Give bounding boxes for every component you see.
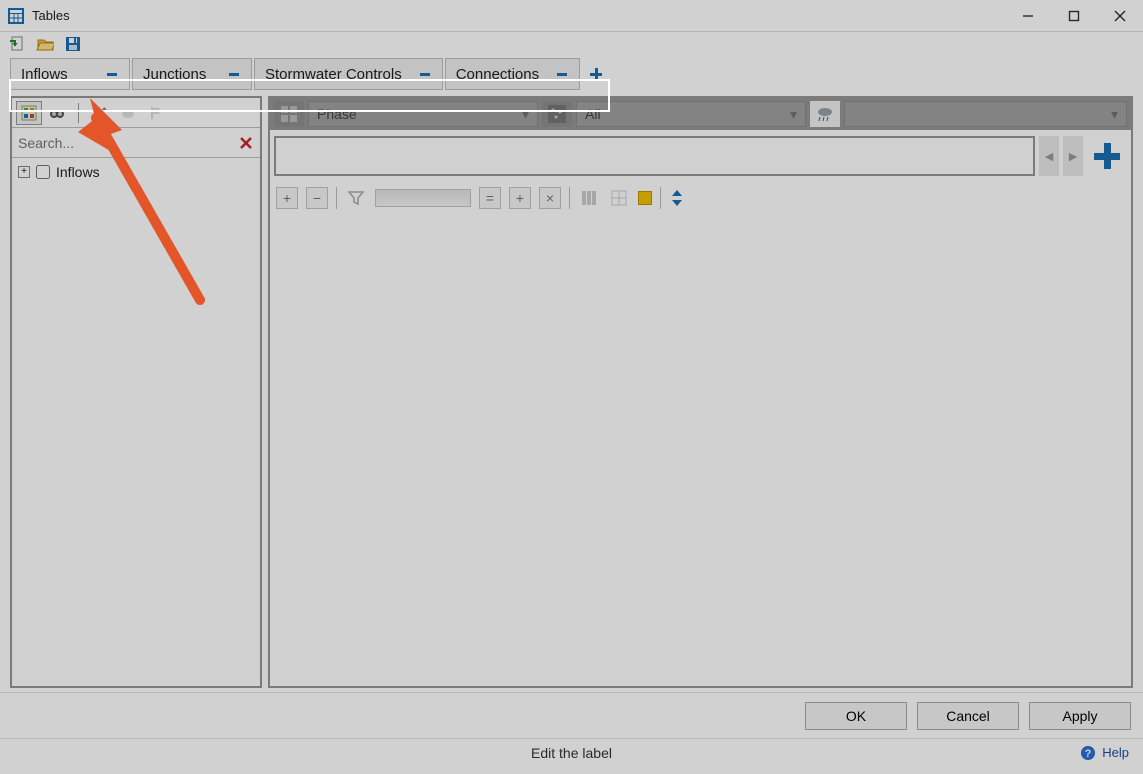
times-button[interactable]: × <box>539 187 561 209</box>
minus-icon[interactable] <box>555 67 569 81</box>
dialog-buttons: OK Cancel Apply <box>0 692 1143 738</box>
apply-button[interactable]: Apply <box>1029 702 1131 730</box>
tab-stormwater-controls[interactable]: Stormwater Controls <box>254 58 443 90</box>
matrix-icon[interactable] <box>542 101 572 127</box>
zoom-slider[interactable] <box>375 189 471 207</box>
help-link[interactable]: ? Help <box>1080 745 1129 761</box>
select-label: Phase <box>317 106 357 122</box>
next-button[interactable]: ► <box>1063 136 1083 176</box>
help-label: Help <box>1102 745 1129 760</box>
minimize-button[interactable] <box>1005 0 1051 31</box>
separator <box>660 187 661 209</box>
open-icon[interactable] <box>36 35 54 53</box>
filter-select[interactable]: All ▾ <box>576 101 806 127</box>
chevron-down-icon: ▾ <box>790 106 797 123</box>
app-icon <box>8 8 24 24</box>
svg-text:?: ? <box>1085 748 1092 760</box>
minus-icon[interactable] <box>418 67 432 81</box>
prev-button[interactable]: ◄ <box>1039 136 1059 176</box>
filter-icon[interactable] <box>345 187 367 209</box>
cancel-button[interactable]: Cancel <box>917 702 1019 730</box>
tab-label: Junctions <box>143 66 206 83</box>
grid-icon[interactable] <box>608 187 630 209</box>
grid-icon[interactable] <box>274 101 304 127</box>
status-hint: Edit the label <box>531 745 612 761</box>
minus-icon[interactable] <box>105 67 119 81</box>
save-icon[interactable] <box>64 35 82 53</box>
annotation-arrow-icon <box>50 90 270 330</box>
right-search-row: ◄ ► <box>270 130 1131 182</box>
tree-checkbox[interactable] <box>36 165 50 179</box>
tab-inflows[interactable]: Inflows <box>10 58 130 90</box>
table-body <box>270 214 1131 686</box>
select-label: All <box>585 106 601 122</box>
title-bar: Tables <box>0 0 1143 32</box>
rain-select[interactable]: ▾ <box>844 101 1127 127</box>
window-title: Tables <box>32 8 70 23</box>
file-toolbar <box>0 32 1143 56</box>
maximize-button[interactable] <box>1051 0 1097 31</box>
table-toolbar: + − = + × <box>270 182 1131 214</box>
tab-connections[interactable]: Connections <box>445 58 580 90</box>
add-button[interactable] <box>1087 136 1127 176</box>
filter-input[interactable] <box>274 136 1035 176</box>
chevron-down-icon: ▾ <box>1111 106 1118 123</box>
separator <box>569 187 570 209</box>
expand-all-button[interactable]: + <box>276 187 298 209</box>
new-icon[interactable] <box>8 35 26 53</box>
right-panel: Phase ▾ All ▾ ▾ ◄ ► <box>268 96 1133 688</box>
tabs-row: Inflows Junctions Stormwater Controls Co… <box>0 58 1143 90</box>
close-button[interactable] <box>1097 0 1143 31</box>
right-header: Phase ▾ All ▾ ▾ <box>270 98 1131 130</box>
tree-view-button[interactable] <box>16 101 42 125</box>
equals-button[interactable]: = <box>479 187 501 209</box>
expand-icon[interactable]: + <box>18 166 30 178</box>
minus-icon[interactable] <box>227 67 241 81</box>
ok-button[interactable]: OK <box>805 702 907 730</box>
highlight-icon[interactable] <box>638 191 652 205</box>
phase-select[interactable]: Phase ▾ <box>308 101 538 127</box>
tab-junctions[interactable]: Junctions <box>132 58 252 90</box>
chevron-down-icon: ▾ <box>522 106 529 123</box>
collapse-all-button[interactable]: − <box>306 187 328 209</box>
tab-label: Stormwater Controls <box>265 66 402 83</box>
tab-label: Inflows <box>21 66 68 83</box>
separator <box>336 187 337 209</box>
add-tab-button[interactable] <box>582 58 610 90</box>
status-bar: Edit the label ? Help <box>0 738 1143 766</box>
plus-button[interactable]: + <box>509 187 531 209</box>
rain-icon[interactable] <box>810 101 840 127</box>
tab-label: Connections <box>456 66 539 83</box>
sort-icon[interactable] <box>669 188 685 208</box>
columns-icon[interactable] <box>578 187 600 209</box>
